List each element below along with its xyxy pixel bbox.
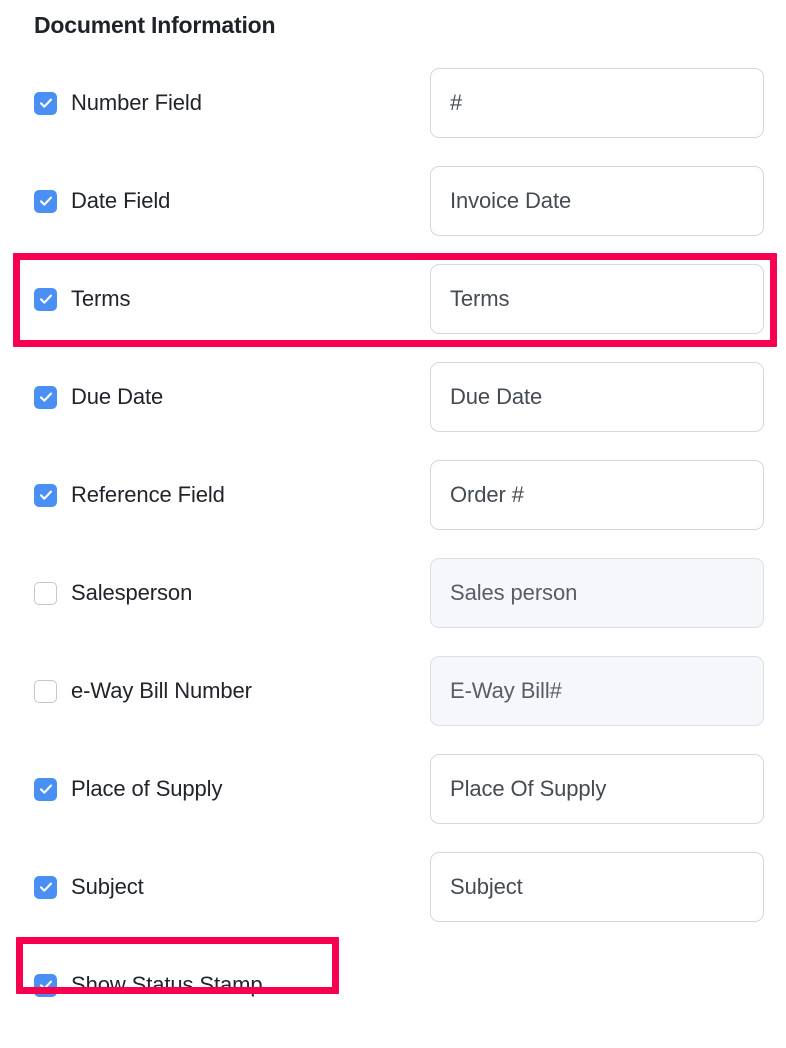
- toggle-row-subject[interactable]: Subject: [34, 852, 144, 922]
- input-value-e-way-bill-number: E-Way Bill#: [450, 678, 562, 703]
- input-terms[interactable]: Terms: [430, 264, 764, 334]
- toggle-row-due-date[interactable]: Due Date: [34, 362, 163, 432]
- checkbox-place-of-supply[interactable]: [34, 777, 57, 801]
- checkbox-e-way-bill-number[interactable]: [34, 679, 57, 703]
- input-place-of-supply[interactable]: Place Of Supply: [430, 754, 764, 824]
- checkbox-date-field[interactable]: [34, 189, 57, 213]
- settings-row: Reference Field Order #: [0, 460, 786, 558]
- toggle-row-terms[interactable]: Terms: [34, 264, 130, 334]
- label-salesperson: Salesperson: [71, 580, 193, 605]
- input-number-field[interactable]: #: [430, 68, 764, 138]
- settings-row: Terms Terms: [0, 264, 786, 362]
- label-terms: Terms: [71, 286, 131, 311]
- field-settings-list: Number Field # Date Field Invoice Date Terms…: [0, 68, 786, 1048]
- input-salesperson: Sales person: [430, 558, 764, 628]
- checkbox-salesperson[interactable]: [34, 581, 57, 605]
- label-show-status-stamp: Show Status Stamp: [71, 972, 263, 997]
- label-reference-field: Reference Field: [71, 482, 225, 507]
- input-value-due-date: Due Date: [450, 384, 543, 409]
- checkbox-number-field[interactable]: [34, 91, 57, 115]
- settings-row: Number Field #: [0, 68, 786, 166]
- input-subject[interactable]: Subject: [430, 852, 764, 922]
- checkbox-terms[interactable]: [34, 287, 57, 311]
- page-title: Document Information: [34, 12, 276, 38]
- label-number-field: Number Field: [71, 90, 202, 115]
- checkbox-due-date[interactable]: [34, 385, 57, 409]
- input-value-reference-field: Order #: [450, 482, 524, 507]
- input-reference-field[interactable]: Order #: [430, 460, 764, 530]
- label-place-of-supply: Place of Supply: [71, 776, 223, 801]
- settings-row: Due Date Due Date: [0, 362, 786, 460]
- label-subject: Subject: [71, 874, 144, 899]
- label-date-field: Date Field: [71, 188, 171, 213]
- input-value-place-of-supply: Place Of Supply: [450, 776, 607, 801]
- label-e-way-bill-number: e-Way Bill Number: [71, 678, 252, 703]
- input-value-number-field: #: [450, 90, 463, 115]
- input-e-way-bill-number: E-Way Bill#: [430, 656, 764, 726]
- input-value-subject: Subject: [450, 874, 523, 899]
- toggle-row-reference-field[interactable]: Reference Field: [34, 460, 225, 530]
- label-due-date: Due Date: [71, 384, 164, 409]
- settings-row: Subject Subject: [0, 852, 786, 950]
- toggle-row-e-way-bill-number[interactable]: e-Way Bill Number: [34, 656, 252, 726]
- input-date-field[interactable]: Invoice Date: [430, 166, 764, 236]
- input-due-date[interactable]: Due Date: [430, 362, 764, 432]
- settings-row: Salesperson Sales person: [0, 558, 786, 656]
- checkbox-show-status-stamp[interactable]: [34, 973, 57, 997]
- toggle-row-place-of-supply[interactable]: Place of Supply: [34, 754, 222, 824]
- toggle-row-show-status-stamp[interactable]: Show Status Stamp: [34, 950, 263, 1020]
- settings-row: Date Field Invoice Date: [0, 166, 786, 264]
- input-value-date-field: Invoice Date: [450, 188, 572, 213]
- document-information-panel: Document Information Number Field # Date F…: [0, 0, 786, 1008]
- settings-row: e-Way Bill Number E-Way Bill#: [0, 656, 786, 754]
- toggle-row-number-field[interactable]: Number Field: [34, 68, 202, 138]
- toggle-row-salesperson[interactable]: Salesperson: [34, 558, 192, 628]
- checkbox-reference-field[interactable]: [34, 483, 57, 507]
- settings-row: Place of Supply Place Of Supply: [0, 754, 786, 852]
- input-value-salesperson: Sales person: [450, 580, 578, 605]
- input-value-terms: Terms: [450, 286, 510, 311]
- checkbox-subject[interactable]: [34, 875, 57, 899]
- toggle-row-date-field[interactable]: Date Field: [34, 166, 170, 236]
- settings-row: Show Status Stamp: [0, 950, 786, 1048]
